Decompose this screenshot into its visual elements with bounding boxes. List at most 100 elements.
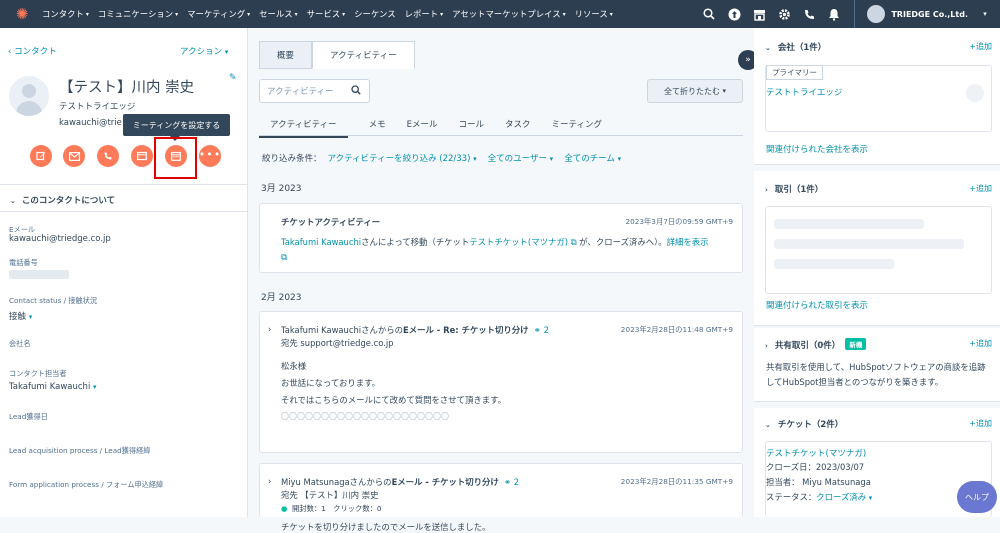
view-details-link[interactable]: 詳細を表示 xyxy=(667,237,709,247)
calling-icon[interactable] xyxy=(798,3,820,25)
user-link[interactable]: Takafumi Kawauchi xyxy=(281,237,361,247)
subtab-notes[interactable]: メモ xyxy=(369,118,386,130)
nav-sequences[interactable]: シーケンス xyxy=(354,8,395,20)
settings-gear-icon[interactable] xyxy=(773,3,795,25)
view-associated-companies-link[interactable]: 関連付けられた会社を表示 xyxy=(766,143,868,155)
about-section-toggle[interactable]: ⌄ このコンタクトについて xyxy=(10,194,115,206)
note-button[interactable] xyxy=(30,145,52,167)
blurred-line xyxy=(774,239,964,249)
add-company-link[interactable]: +追加 xyxy=(969,41,992,52)
nav-resources[interactable]: リソース ▾ xyxy=(575,8,613,20)
edit-pencil-icon[interactable]: ✎ xyxy=(229,73,237,83)
caret-down-icon: ▾ xyxy=(473,155,477,163)
tab-overview[interactable]: 概要 xyxy=(259,41,313,69)
blurred-line xyxy=(774,259,894,269)
caret-down-icon: ▾ xyxy=(722,87,727,95)
email-recipient: 宛先 support@triedge.co.jp xyxy=(281,338,394,348)
chevron-down-icon: ▾ xyxy=(294,10,298,18)
prop-label-form-process: Form application process / フォーム申込経緯 xyxy=(9,480,164,489)
prop-value-contact-status[interactable]: 接触 ▾ xyxy=(9,310,32,322)
hubspot-logo-icon[interactable]: ✺ xyxy=(12,4,32,24)
filter-activity-dropdown[interactable]: アクティビティーを絞り込み (22/33) ▾ xyxy=(328,152,477,164)
account-name[interactable]: TRIEDGE Co.,Ltd. xyxy=(891,10,968,19)
shared-deals-description: 共有取引を使用して、HubSpotソフトウェアの商談を追跡 してHubSpot担当… xyxy=(766,360,986,390)
ticket-name-link[interactable]: テストチケット(マツナガ) xyxy=(766,447,866,459)
external-link-icon[interactable]: ⧉ xyxy=(568,237,579,247)
activity-search-input[interactable]: アクティビティー xyxy=(259,79,370,103)
email-stats: ● 開封数：1 クリック数：0 xyxy=(281,504,382,514)
prop-value-contact-owner[interactable]: Takafumi Kawauchi ▾ xyxy=(9,382,97,392)
subtab-emails[interactable]: Eメール xyxy=(407,118,438,130)
section-divider xyxy=(0,184,248,185)
add-ticket-link[interactable]: +追加 xyxy=(969,418,992,429)
prop-label-company-name: 会社名 xyxy=(9,339,31,348)
caret-down-icon: ▾ xyxy=(868,494,873,502)
marketplace-icon[interactable] xyxy=(748,3,770,25)
company-name-link[interactable]: テストトライエッジ xyxy=(766,86,842,98)
chevron-down-icon[interactable]: ▾ xyxy=(974,3,996,25)
notifications-bell-icon[interactable] xyxy=(823,3,845,25)
subtab-calls[interactable]: コール xyxy=(458,118,484,130)
filter-activity-label: アクティビティーを絞り込み (22/33) xyxy=(327,154,471,164)
nav-marketing[interactable]: マーケティング ▾ xyxy=(187,8,250,20)
email-card-reply[interactable]: › Takafumi KawauchiさんからのEメール - Re: チケット切… xyxy=(259,311,743,453)
ticket-status-label: ステータス： xyxy=(766,492,817,502)
nav-sales[interactable]: セールス ▾ xyxy=(259,8,298,20)
shared-deals-section: › 共有取引（0件） 新機 +追加 共有取引を使用して、HubSpotソフトウェアの… xyxy=(754,328,1000,402)
chevron-right-icon[interactable]: › xyxy=(268,476,271,486)
back-to-contacts-link[interactable]: ‹ コンタクト xyxy=(8,45,57,57)
nav-asset-marketplace[interactable]: アセットマーケットプレイス ▾ xyxy=(452,8,565,20)
email-body-line: お世話になっております。 xyxy=(281,378,380,388)
primary-badge: プライマリー xyxy=(766,65,823,80)
user-avatar[interactable] xyxy=(867,5,886,23)
call-button[interactable] xyxy=(97,145,119,167)
email-button[interactable] xyxy=(63,145,85,167)
prop-value-phone-blurred[interactable] xyxy=(9,270,69,279)
filter-users-dropdown[interactable]: 全てのユーザー ▾ xyxy=(488,152,554,164)
upgrade-icon[interactable] xyxy=(723,3,745,25)
collapse-all-button[interactable]: 全て折りたたむ ▾ xyxy=(647,79,743,103)
tab-activity[interactable]: アクティビティー xyxy=(312,41,415,69)
add-deal-link[interactable]: +追加 xyxy=(969,183,992,194)
deals-section-toggle[interactable]: › 取引（1件） xyxy=(765,183,823,195)
companies-section-toggle[interactable]: ⌄ 会社（1件） xyxy=(765,41,826,53)
contact-company: テストトライエッジ xyxy=(59,102,136,112)
task-screen-icon xyxy=(137,151,147,161)
nav-label: リソース xyxy=(574,9,608,19)
contact-avatar xyxy=(9,76,49,116)
filter-teams-dropdown[interactable]: 全てのチーム ▾ xyxy=(564,152,621,164)
subtab-tasks[interactable]: タスク xyxy=(505,118,531,130)
tickets-section-toggle[interactable]: ⌄ チケット（2件） xyxy=(765,418,843,430)
add-shared-deal-link[interactable]: +追加 xyxy=(969,338,992,349)
chevron-right-icon: › xyxy=(765,186,768,194)
nav-reports[interactable]: レポート ▾ xyxy=(405,8,444,20)
ticket-link[interactable]: テストチケット(マツナガ) xyxy=(469,237,568,247)
thread-count[interactable]: ⚭ 2 xyxy=(534,325,549,335)
shared-deals-section-toggle[interactable]: › 共有取引（0件） 新機 xyxy=(765,338,867,351)
nav-communication[interactable]: コミュニケーション ▾ xyxy=(98,8,178,20)
view-associated-deals-link[interactable]: 関連付けられた取引を表示 xyxy=(766,299,868,311)
caret-down-icon: ▾ xyxy=(93,383,97,391)
association-sidebar: ⌄ 会社（1件） +追加 プライマリー テストトライエッジ 関連付けられた会社を表… xyxy=(754,28,1000,517)
help-button[interactable]: ヘルプ xyxy=(957,481,997,513)
email-envelope-icon xyxy=(68,151,80,161)
prop-label-contact-owner: コンタクト担当者 xyxy=(9,369,67,378)
chevron-down-icon: ⌄ xyxy=(765,44,771,52)
actions-dropdown[interactable]: アクション ▾ xyxy=(180,45,228,57)
deal-card-blurred[interactable] xyxy=(765,206,992,294)
subtab-meetings[interactable]: ミーティング xyxy=(551,118,602,130)
nav-contacts[interactable]: コンタクト ▾ xyxy=(42,8,89,20)
ticket-status-dropdown[interactable]: クローズ済み ▾ xyxy=(816,492,872,502)
chevron-right-icon[interactable]: › xyxy=(268,324,271,334)
more-actions-button[interactable]: ••• xyxy=(199,145,221,167)
ticket-activity-card[interactable]: チケットアクティビティー 2023年3月7日の09:59 GMT+9 Takaf… xyxy=(259,203,743,273)
external-link-icon[interactable]: ⧉ xyxy=(281,252,287,263)
search-icon[interactable] xyxy=(698,3,720,25)
nav-service[interactable]: サービス ▾ xyxy=(307,8,346,20)
task-button[interactable] xyxy=(131,145,153,167)
thread-link-icon: ⚭ xyxy=(533,325,541,335)
email-stats-text: 開封数：1 クリック数：0 xyxy=(292,504,382,513)
thread-count[interactable]: ⚭ 2 xyxy=(504,477,519,487)
prop-value-email[interactable]: kawauchi@triedge.co.jp xyxy=(9,234,111,244)
email-card-ticket[interactable]: › Miyu MatsunagaさんからのEメール - チケット切り分け ⚭ 2… xyxy=(259,463,743,532)
